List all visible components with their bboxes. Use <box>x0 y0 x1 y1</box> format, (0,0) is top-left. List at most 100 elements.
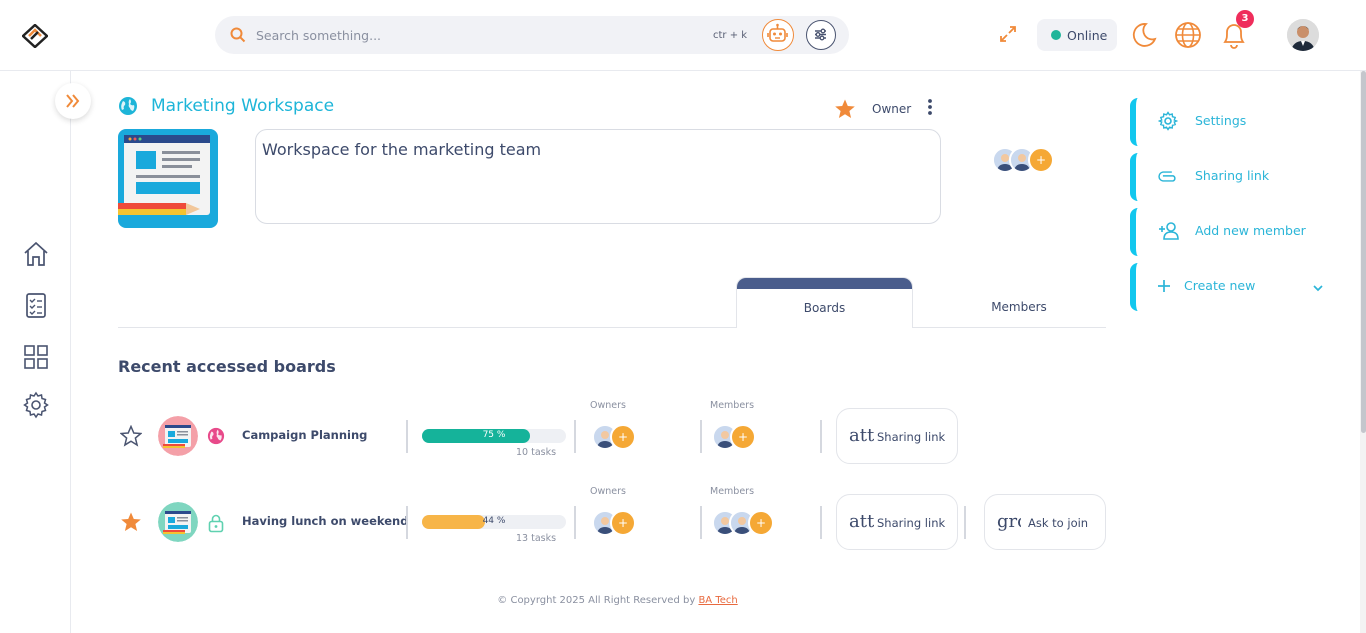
board-name[interactable]: Having lunch on weekend <box>242 514 408 528</box>
create-new-panel-button[interactable]: Create new <box>1130 263 1330 311</box>
sharing-link-label: Sharing link <box>877 516 946 530</box>
workspace-star-icon[interactable] <box>834 98 856 124</box>
chevron-down-icon[interactable] <box>1312 279 1324 298</box>
workspace-cover-image <box>118 129 218 228</box>
workspace-role-label: Owner <box>872 102 912 116</box>
column-divider <box>700 420 702 453</box>
members-label: Members <box>710 400 755 411</box>
star-outline-icon[interactable] <box>119 424 143 451</box>
sharing-link-label: Sharing link <box>877 430 946 444</box>
add-owner-button[interactable]: + <box>610 424 636 450</box>
ask-to-join-label: Ask to join <box>1028 516 1089 530</box>
tabs-divider <box>118 327 1106 328</box>
add-member-button[interactable]: + <box>730 424 756 450</box>
sharing-link-panel-button[interactable]: Sharing link <box>1130 153 1330 201</box>
board-thumbnail <box>158 416 198 456</box>
language-globe-icon[interactable] <box>1174 21 1202 53</box>
owners-avatars[interactable]: + <box>592 424 672 451</box>
tasks-icon[interactable] <box>22 291 50 319</box>
ask-to-join-button[interactable]: gro Ask to join <box>984 494 1106 550</box>
add-member-panel-button[interactable]: Add new member <box>1130 208 1330 256</box>
owners-avatars[interactable]: + <box>592 510 672 537</box>
app-logo[interactable] <box>21 23 49 49</box>
tab-boards[interactable]: Boards <box>736 277 913 328</box>
owners-label: Owners <box>590 400 626 411</box>
settings-panel-button[interactable]: Settings <box>1130 98 1330 146</box>
add-member-button[interactable]: + <box>748 510 774 536</box>
notifications-button[interactable]: 3 <box>1220 10 1254 54</box>
chevrons-right-icon <box>66 94 80 108</box>
tab-boards-label: Boards <box>803 301 846 315</box>
search-shortcut: ctr + k <box>713 30 748 41</box>
add-owner-button[interactable]: + <box>610 510 636 536</box>
broken-icon-glyph: att <box>849 511 875 532</box>
progress-percent: 44 % <box>482 516 506 526</box>
sidebar <box>0 71 71 633</box>
fullscreen-icon[interactable] <box>998 24 1018 48</box>
moon-icon[interactable] <box>1129 21 1157 53</box>
paperclip-icon <box>1158 166 1178 190</box>
filter-button[interactable] <box>806 20 836 50</box>
column-divider <box>820 506 822 539</box>
column-divider <box>964 506 966 539</box>
user-plus-icon <box>1158 221 1180 245</box>
task-count: 13 tasks <box>516 533 557 544</box>
sharing-link-button[interactable]: att Sharing link <box>836 408 958 464</box>
ai-bot-button[interactable] <box>762 19 794 51</box>
online-status-label: Online <box>1067 28 1108 43</box>
top-bar: Search something... ctr + k Online 3 <box>0 0 1366 71</box>
robot-icon <box>767 23 788 42</box>
online-dot-icon <box>1051 30 1061 40</box>
add-member-avatar-button[interactable]: + <box>1028 147 1054 173</box>
public-globe-icon <box>118 96 138 120</box>
active-tab-indicator <box>737 278 912 289</box>
progress-bar: 75 % <box>422 429 566 443</box>
broken-icon-glyph: gro <box>997 511 1021 532</box>
broken-icon-glyph: att <box>849 425 875 446</box>
progress-percent: 75 % <box>482 430 506 440</box>
lock-icon <box>207 513 225 537</box>
sliders-icon <box>815 28 826 41</box>
board-name[interactable]: Campaign Planning <box>242 428 367 442</box>
members-label: Members <box>710 486 755 497</box>
gear-icon <box>1157 111 1179 135</box>
more-vertical-icon[interactable] <box>924 98 936 120</box>
members-avatars[interactable]: + <box>712 510 792 537</box>
plus-icon <box>1156 276 1172 300</box>
tab-members[interactable]: Members <box>932 300 1106 314</box>
progress-bar: 44 % <box>422 515 566 529</box>
page-scrollbar[interactable] <box>1360 71 1366 633</box>
settings-label: Settings <box>1195 113 1247 128</box>
workspace-description-field[interactable]: Workspace for the marketing team <box>255 129 941 224</box>
column-divider <box>406 506 408 539</box>
search-input[interactable]: Search something... <box>256 28 381 43</box>
grid-icon[interactable] <box>22 343 50 371</box>
settings-gear-icon[interactable] <box>22 391 50 419</box>
online-status[interactable]: Online <box>1037 19 1117 51</box>
task-count: 10 tasks <box>516 447 557 458</box>
add-member-label: Add new member <box>1195 223 1306 238</box>
create-new-label: Create new <box>1184 278 1256 293</box>
scrollbar-thumb[interactable] <box>1361 71 1366 433</box>
search-bar[interactable]: Search something... ctr + k <box>215 16 849 54</box>
sidebar-expand-button[interactable] <box>55 83 91 119</box>
sharing-link-label: Sharing link <box>1195 168 1270 183</box>
board-row[interactable]: Campaign Planning 75 % 10 tasks Owners +… <box>118 398 1118 468</box>
footer: © Copyrght 2025 All Right Reserved by BA… <box>0 595 1235 606</box>
column-divider <box>700 506 702 539</box>
sharing-link-button[interactable]: att Sharing link <box>836 494 958 550</box>
board-thumbnail <box>158 502 198 542</box>
footer-brand-link[interactable]: BA Tech <box>698 595 737 606</box>
search-icon <box>230 27 246 47</box>
owners-label: Owners <box>590 486 626 497</box>
board-row[interactable]: Having lunch on weekend 44 % 13 tasks Ow… <box>118 484 1118 554</box>
members-avatars[interactable]: + <box>712 424 792 451</box>
column-divider <box>574 420 576 453</box>
workspace-member-avatars[interactable]: + <box>992 147 1062 174</box>
workspace-title[interactable]: Marketing Workspace <box>151 96 334 116</box>
home-icon[interactable] <box>22 240 50 268</box>
user-avatar[interactable] <box>1287 19 1319 51</box>
footer-copyright: © Copyrght 2025 All Right Reserved by <box>497 595 696 606</box>
column-divider <box>574 506 576 539</box>
star-filled-icon[interactable] <box>120 511 142 537</box>
